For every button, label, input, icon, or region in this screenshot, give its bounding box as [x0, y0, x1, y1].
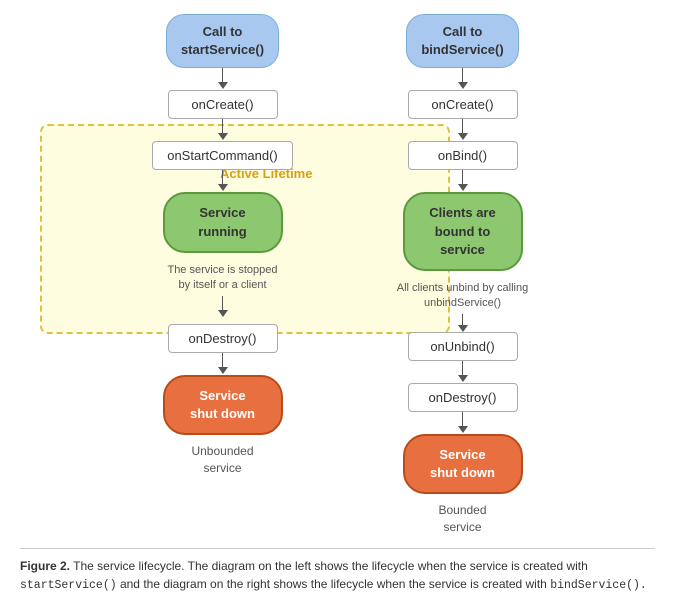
- arrow-1-left: [218, 68, 228, 90]
- clients-bound-box: Clients are bound to service: [403, 192, 523, 271]
- arrow-4b-right: [458, 361, 468, 383]
- diagram-area: Active Lifetime Call to startService() o…: [20, 14, 655, 536]
- bind-service-box: Call to bindService(): [406, 14, 518, 68]
- caption: Figure 2. The service lifecycle. The dia…: [20, 548, 655, 594]
- ondestroy-right: onDestroy(): [408, 383, 518, 412]
- left-column: Call to startService() onCreate() onStar…: [123, 14, 323, 477]
- shutdown-left: Service shut down: [163, 375, 283, 435]
- onbind-box: onBind(): [408, 141, 518, 170]
- shutdown-right: Service shut down: [403, 434, 523, 494]
- note-left: The service is stopped by itself or a cl…: [167, 263, 277, 294]
- caption-figure: Figure 2.: [20, 559, 70, 573]
- arrow-3-right: [458, 170, 468, 192]
- onstartcommand-box: onStartCommand(): [152, 141, 293, 170]
- arrow-4-right: [458, 314, 468, 332]
- right-column: Call to bindService() onCreate() onBind(…: [363, 14, 563, 536]
- oncreate-right: onCreate(): [408, 90, 518, 119]
- note-right: All clients unbind by calling unbindServ…: [397, 281, 528, 312]
- caption-code2: bindService().: [550, 579, 647, 592]
- arrow-1-right: [458, 68, 468, 90]
- footer-right: Bounded service: [438, 502, 486, 536]
- arrow-5-left: [218, 353, 228, 375]
- caption-mid: and the diagram on the right shows the l…: [117, 577, 551, 591]
- page: Active Lifetime Call to startService() o…: [0, 0, 675, 607]
- arrow-2-left: [218, 119, 228, 141]
- arrow-2-right: [458, 119, 468, 141]
- ondestroy-left: onDestroy(): [168, 324, 278, 353]
- footer-left: Unbounded service: [191, 443, 253, 477]
- start-service-box: Call to startService(): [166, 14, 279, 68]
- caption-code1: startService(): [20, 579, 117, 592]
- service-running-box: Service running: [163, 192, 283, 252]
- oncreate-left: onCreate(): [168, 90, 278, 119]
- arrow-3-left: [218, 170, 228, 192]
- onunbind-box: onUnbind(): [408, 332, 518, 361]
- arrow-5-right: [458, 412, 468, 434]
- caption-text: The service lifecycle. The diagram on th…: [70, 559, 588, 573]
- arrow-4-left: [218, 296, 228, 324]
